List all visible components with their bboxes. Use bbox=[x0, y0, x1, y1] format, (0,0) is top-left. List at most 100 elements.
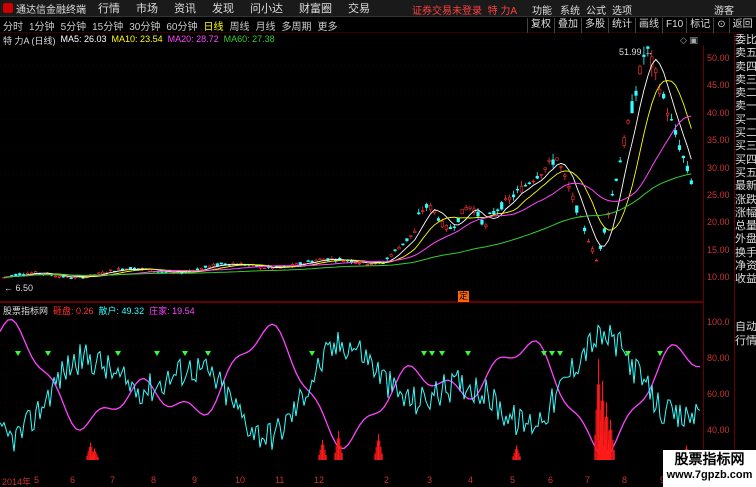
candle-body bbox=[662, 93, 666, 99]
guest-user[interactable]: 游客 bbox=[714, 2, 734, 17]
tool-button-7[interactable]: ⊙ bbox=[713, 18, 728, 33]
smash-bar bbox=[323, 444, 325, 460]
side-item-10[interactable]: 买五 bbox=[735, 167, 756, 180]
candle-body bbox=[555, 157, 559, 161]
menu-system[interactable]: 系统 bbox=[560, 2, 580, 17]
side-item-3[interactable]: 卖三 bbox=[735, 74, 756, 87]
side-item-17[interactable]: 净资 bbox=[735, 260, 756, 273]
side-item-21[interactable]: 自动 bbox=[735, 321, 756, 334]
menu-formula[interactable]: 公式 bbox=[586, 2, 606, 17]
candle-body bbox=[314, 259, 318, 262]
menu-market[interactable]: 市场 bbox=[136, 0, 158, 16]
price-tick: 50.00 bbox=[707, 53, 730, 63]
menu-discover[interactable]: 发现 bbox=[212, 0, 234, 16]
indicator-chart[interactable] bbox=[0, 303, 703, 474]
candle-body bbox=[26, 273, 30, 275]
candle-body bbox=[626, 120, 630, 124]
menu-trade[interactable]: 交易 bbox=[348, 0, 370, 16]
candle-body bbox=[393, 249, 397, 251]
candle-body bbox=[310, 260, 314, 263]
candle-body bbox=[69, 277, 73, 280]
date-tick: 5 bbox=[34, 475, 40, 485]
period-tab-6[interactable]: 日线 bbox=[201, 18, 227, 33]
side-item-22[interactable]: 行情 bbox=[735, 335, 756, 348]
side-item-2[interactable]: 卖四 bbox=[735, 61, 756, 74]
side-item-19[interactable] bbox=[735, 287, 756, 300]
smash-bar bbox=[374, 453, 376, 460]
smash-bar bbox=[334, 452, 336, 460]
smash-bar bbox=[596, 384, 598, 460]
smash-bar bbox=[606, 449, 608, 460]
price-tick: 15.00 bbox=[707, 244, 730, 255]
candle-body bbox=[219, 262, 223, 265]
smash-bar bbox=[604, 416, 606, 460]
candle-body bbox=[504, 198, 508, 201]
menu-ask[interactable]: 问小达 bbox=[250, 0, 283, 16]
side-item-1[interactable]: 卖五 bbox=[735, 47, 756, 60]
tool-button-6[interactable]: 标记 bbox=[686, 18, 713, 33]
tool-button-2[interactable]: 多股 bbox=[581, 18, 608, 33]
candle-body bbox=[389, 254, 393, 257]
candle-body bbox=[658, 89, 662, 95]
menu-wealth-circle[interactable]: 财富圈 bbox=[299, 0, 332, 16]
tool-button-5[interactable]: F10 bbox=[662, 18, 686, 33]
price-chart[interactable]: 51.99 → ← 6.50 bbox=[0, 45, 703, 301]
candle-body bbox=[425, 204, 429, 208]
smash-bar bbox=[610, 419, 612, 460]
side-item-5[interactable]: 卖一 bbox=[735, 100, 756, 113]
side-item-7[interactable]: 买二 bbox=[735, 127, 756, 140]
candle-body bbox=[622, 137, 626, 146]
candle-body bbox=[539, 174, 543, 176]
smash-bar bbox=[87, 451, 89, 460]
menu-quotes[interactable]: 行情 bbox=[98, 0, 120, 16]
side-item-8[interactable]: 买三 bbox=[735, 140, 756, 153]
signal-marker-icon bbox=[45, 351, 51, 356]
smash-bar bbox=[519, 456, 521, 460]
tool-button-3[interactable]: 统计 bbox=[608, 18, 635, 33]
period-tab-2[interactable]: 5分钟 bbox=[58, 18, 90, 33]
period-tab-1[interactable]: 1分钟 bbox=[26, 18, 58, 33]
period-tab-4[interactable]: 30分钟 bbox=[126, 18, 163, 33]
candle-body bbox=[468, 206, 472, 209]
candle-body bbox=[270, 267, 275, 270]
side-item-9[interactable]: 买四 bbox=[735, 154, 756, 167]
period-tab-8[interactable]: 月线 bbox=[253, 18, 279, 33]
menu-function[interactable]: 功能 bbox=[532, 2, 552, 17]
tool-button-8[interactable]: 返回 bbox=[728, 18, 756, 33]
smash-bar bbox=[613, 449, 615, 460]
period-tab-9[interactable]: 多周期 bbox=[279, 18, 315, 33]
candle-body bbox=[484, 224, 488, 227]
smash-bar bbox=[594, 434, 596, 460]
side-item-20[interactable] bbox=[735, 300, 756, 313]
retail-line bbox=[0, 324, 701, 452]
side-item-11[interactable]: 最新 bbox=[735, 180, 756, 193]
side-item-4[interactable]: 卖二 bbox=[735, 87, 756, 100]
menu-options[interactable]: 选项 bbox=[612, 2, 632, 17]
smash-bar bbox=[338, 431, 340, 460]
login-notice[interactable]: 证券交易未登录 特 力A bbox=[412, 2, 517, 17]
side-item-12[interactable]: 涨跌 bbox=[735, 194, 756, 207]
indicator-name[interactable]: 股票指标网 bbox=[3, 304, 48, 317]
candle-body bbox=[583, 227, 587, 232]
candle-body bbox=[634, 90, 638, 96]
side-item-13[interactable]: 涨幅 bbox=[735, 207, 756, 220]
side-item-6[interactable]: 买一 bbox=[735, 114, 756, 127]
period-tab-3[interactable]: 15分钟 bbox=[89, 18, 126, 33]
side-item-15[interactable]: 外盘 bbox=[735, 233, 756, 246]
period-tab-5[interactable]: 60分钟 bbox=[163, 18, 200, 33]
period-tab-7[interactable]: 周线 bbox=[227, 18, 253, 33]
candle-body bbox=[231, 263, 235, 265]
tool-button-0[interactable]: 复权 bbox=[527, 18, 554, 33]
side-item-14[interactable]: 总量 bbox=[735, 220, 756, 233]
period-tab-0[interactable]: 分时 bbox=[0, 18, 26, 33]
side-item-16[interactable]: 换手 bbox=[735, 247, 756, 260]
menu-news[interactable]: 资讯 bbox=[174, 0, 196, 16]
tool-button-1[interactable]: 叠加 bbox=[554, 18, 581, 33]
tool-button-4[interactable]: 画线 bbox=[635, 18, 662, 33]
side-item-0[interactable]: 委比 bbox=[735, 34, 756, 47]
period-tab-10[interactable]: 更多 bbox=[315, 18, 341, 33]
smash-bar bbox=[599, 420, 601, 460]
smash-bar bbox=[516, 445, 518, 460]
side-item-18[interactable]: 收益 bbox=[735, 273, 756, 286]
event-stamp[interactable]: 定 bbox=[458, 291, 469, 302]
